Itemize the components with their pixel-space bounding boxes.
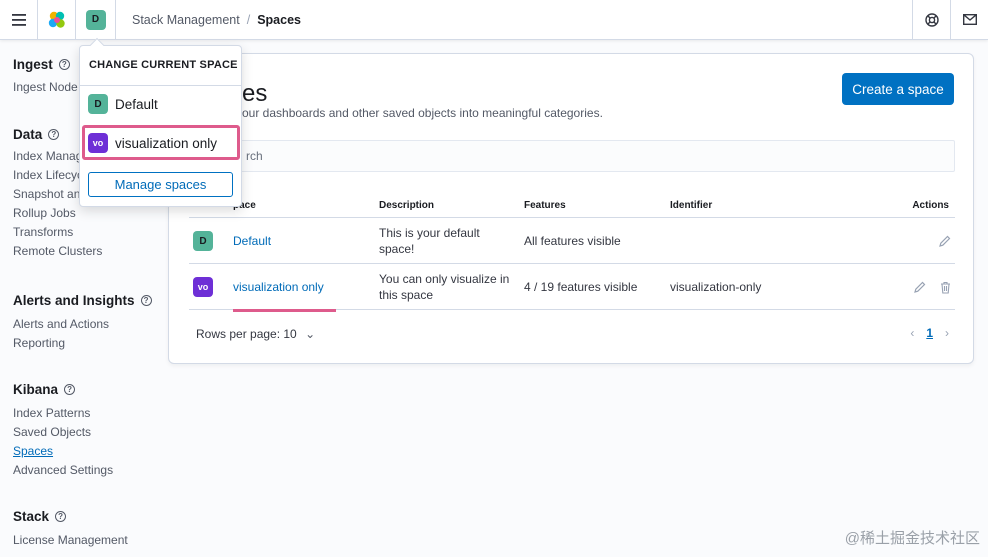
help-menu-button[interactable] bbox=[912, 0, 950, 40]
nav-item-index-patterns[interactable]: Index Patterns bbox=[13, 404, 113, 423]
create-space-button[interactable]: Create a space bbox=[842, 73, 954, 105]
table-row: vo visualization only You can only visua… bbox=[189, 264, 955, 312]
highlight-box bbox=[82, 125, 240, 160]
help-icon[interactable]: ? bbox=[48, 128, 60, 140]
help-icon[interactable]: ? bbox=[140, 294, 152, 306]
nav-item-saved-objects[interactable]: Saved Objects bbox=[13, 423, 113, 442]
space-features: All features visible bbox=[524, 234, 621, 248]
nav-group-alerts-insights: Alerts and Insights? Alerts and Actions … bbox=[13, 290, 152, 353]
current-space-avatar: D bbox=[85, 9, 106, 30]
column-header-actions: Actions bbox=[912, 200, 949, 211]
mail-icon bbox=[962, 14, 977, 25]
trash-icon[interactable] bbox=[940, 281, 951, 294]
spaces-panel: es our dashboards and other saved object… bbox=[168, 53, 974, 364]
table-row: D Default This is your default space! Al… bbox=[189, 218, 955, 264]
help-icon[interactable]: ? bbox=[64, 383, 76, 395]
nav-group-kibana: Kibana? Index Patterns Saved Objects Spa… bbox=[13, 379, 113, 480]
table-header: pace Description Features Identifier Act… bbox=[189, 194, 955, 218]
help-icon[interactable]: ? bbox=[55, 510, 67, 522]
space-features: 4 / 19 features visible bbox=[524, 280, 638, 294]
page-description: our dashboards and other saved objects i… bbox=[242, 106, 603, 120]
space-link-visualization-only[interactable]: visualization only bbox=[233, 280, 324, 294]
column-header-description[interactable]: Description bbox=[379, 200, 434, 211]
edit-pencil-icon[interactable] bbox=[939, 235, 951, 247]
nav-item-ingest-node[interactable]: Ingest Node bbox=[13, 78, 78, 97]
top-header: D Stack Management / Spaces bbox=[0, 0, 988, 40]
space-identifier: visualization-only bbox=[670, 280, 762, 294]
page-number[interactable]: 1 bbox=[926, 326, 933, 340]
chevron-left-icon[interactable]: ‹ bbox=[910, 326, 914, 340]
chevron-down-icon: ⌄ bbox=[305, 327, 316, 341]
breadcrumb-spaces: Spaces bbox=[257, 12, 301, 27]
breadcrumb: Stack Management / Spaces bbox=[116, 13, 912, 27]
column-header-features[interactable]: Features bbox=[524, 200, 566, 211]
breadcrumb-separator: / bbox=[246, 12, 251, 27]
breadcrumb-stack-management[interactable]: Stack Management bbox=[132, 13, 240, 27]
nav-item-spaces[interactable]: Spaces bbox=[13, 442, 113, 461]
pager: ‹ 1 › bbox=[910, 326, 949, 340]
nav-item-reporting[interactable]: Reporting bbox=[13, 334, 152, 353]
menu-toggle-button[interactable] bbox=[0, 0, 38, 40]
column-header-identifier[interactable]: Identifier bbox=[670, 200, 712, 211]
divider bbox=[80, 85, 241, 86]
spaces-table: pace Description Features Identifier Act… bbox=[189, 194, 955, 312]
change-space-popover: CHANGE CURRENT SPACE D Default vo visual… bbox=[79, 37, 242, 207]
table-pagination: Rows per page: 10 ⌄ ‹ 1 › bbox=[189, 324, 955, 346]
space-option-label: Default bbox=[115, 96, 158, 112]
popover-title: CHANGE CURRENT SPACE bbox=[89, 59, 238, 71]
watermark: @稀土掘金技术社区 bbox=[844, 530, 980, 547]
nav-item-advanced-settings[interactable]: Advanced Settings bbox=[13, 461, 113, 480]
manage-spaces-button[interactable]: Manage spaces bbox=[88, 172, 233, 197]
space-description: This is your default space! bbox=[379, 226, 480, 256]
nav-group-title: Alerts and Insights? bbox=[13, 290, 152, 310]
lifebuoy-icon bbox=[924, 12, 939, 27]
rows-per-page-selector[interactable]: Rows per page: 10 ⌄ bbox=[196, 327, 315, 341]
edit-pencil-icon[interactable] bbox=[914, 281, 926, 293]
search-input[interactable]: rch bbox=[189, 140, 955, 172]
space-description: You can only visualize in this space bbox=[379, 272, 510, 302]
highlight-underline bbox=[233, 309, 336, 312]
space-avatar: vo bbox=[193, 277, 213, 297]
newsfeed-button[interactable] bbox=[950, 0, 988, 40]
space-selector-button[interactable]: D bbox=[76, 0, 116, 40]
nav-item-transforms[interactable]: Transforms bbox=[13, 223, 102, 242]
nav-group-ingest: Ingest? Ingest Node bbox=[13, 54, 78, 97]
hamburger-icon bbox=[11, 13, 26, 26]
elastic-logo[interactable] bbox=[38, 0, 76, 40]
page-title: es bbox=[242, 80, 268, 107]
space-link-default[interactable]: Default bbox=[233, 234, 271, 248]
space-avatar: D bbox=[88, 94, 108, 114]
chevron-right-icon[interactable]: › bbox=[945, 326, 949, 340]
nav-item-remote-clusters[interactable]: Remote Clusters bbox=[13, 242, 102, 261]
nav-group-stack: Stack? License Management bbox=[13, 506, 128, 550]
nav-item-alerts-actions[interactable]: Alerts and Actions bbox=[13, 315, 152, 334]
help-icon[interactable]: ? bbox=[58, 58, 70, 70]
nav-group-title: Kibana? bbox=[13, 379, 113, 399]
nav-item-license-management[interactable]: License Management bbox=[13, 531, 128, 550]
nav-group-title: Stack? bbox=[13, 506, 128, 526]
nav-group-title: Ingest? bbox=[13, 54, 78, 74]
space-option-default[interactable]: D Default bbox=[88, 93, 158, 115]
elastic-logo-icon bbox=[48, 11, 65, 28]
space-avatar: D bbox=[193, 231, 213, 251]
